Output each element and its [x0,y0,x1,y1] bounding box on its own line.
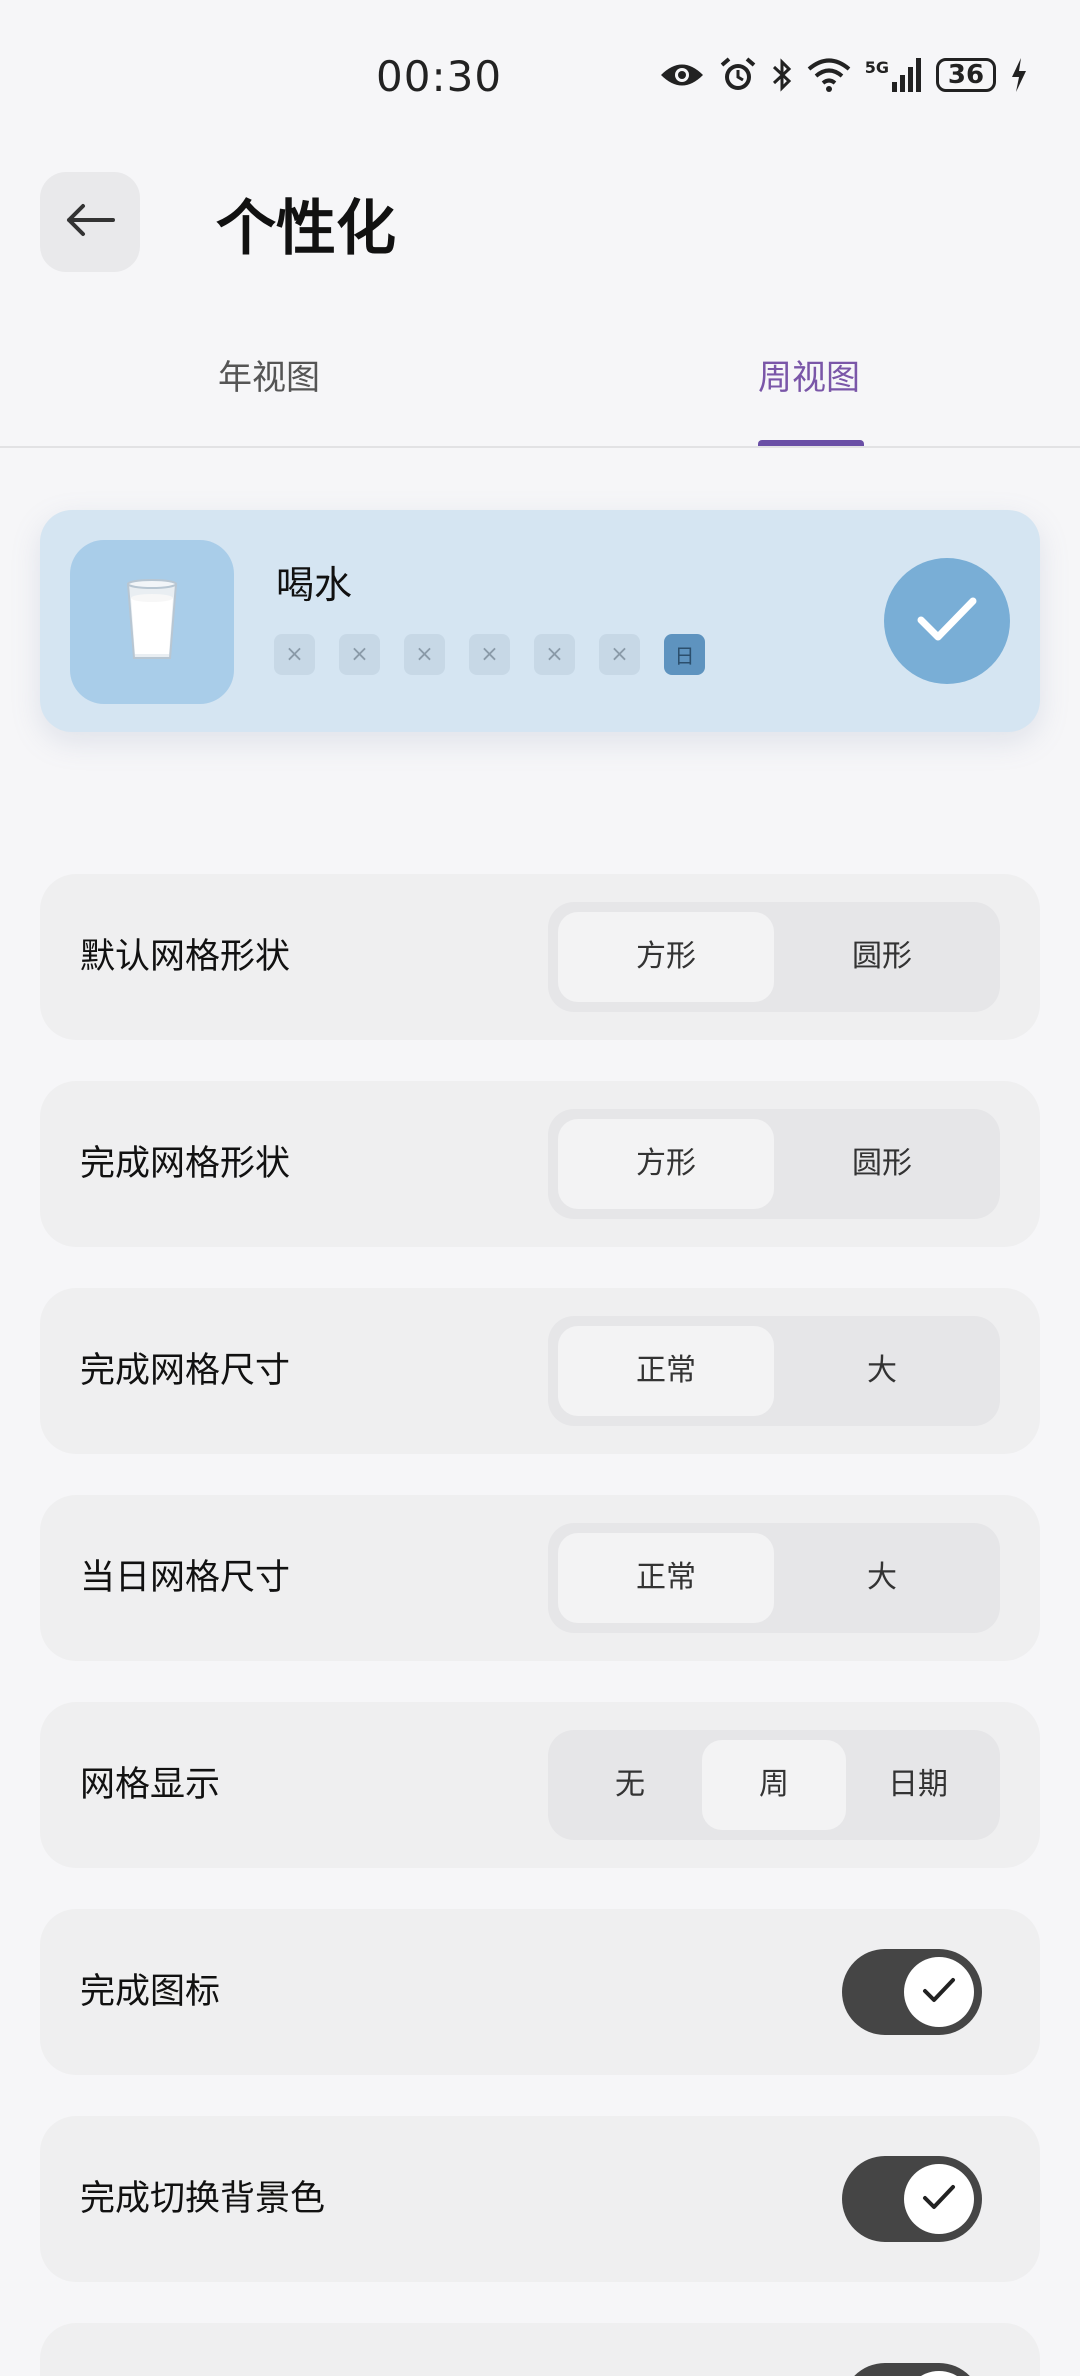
option-square[interactable]: 方形 [558,912,774,1002]
eye-icon [659,60,705,90]
day-cell: × [274,634,315,675]
5g-signal-icon: 5G [865,58,922,92]
toggle-knob [904,2164,974,2234]
habit-day-row: × × × × × × 日 [274,634,705,675]
setting-grid-display: 网格显示 无 周 日期 [40,1702,1040,1868]
habit-preview-card: 喝水 × × × × × × 日 [40,510,1040,732]
setting-completed-grid-size: 完成网格尺寸 正常 大 [40,1288,1040,1454]
checkmark-icon [917,596,977,646]
status-icons: 5G 36 [659,56,1028,94]
wifi-icon [807,58,851,92]
screen: 00:30 5G 36 个性化 年视图 周视图 喝水 × × × × × × 日… [0,0,1080,2376]
day-cell: × [469,634,510,675]
milk-glass-icon [124,578,180,666]
option-week[interactable]: 周 [702,1740,846,1830]
setting-label: 完成网格尺寸 [80,1351,291,1391]
segmented-control: 方形 圆形 [548,902,1000,1012]
setting-label: 完成网格形状 [80,1144,291,1184]
option-large[interactable]: 大 [774,1326,990,1416]
segmented-control: 正常 大 [548,1523,1000,1633]
option-circle[interactable]: 圆形 [774,1119,990,1209]
bluetooth-icon [771,57,793,93]
checkmark-icon [922,2184,956,2214]
habit-name: 喝水 [276,563,353,607]
option-square[interactable]: 方形 [558,1119,774,1209]
day-cell: × [339,634,380,675]
habit-done-button[interactable] [884,558,1010,684]
setting-label: 完成图标 [80,1972,221,2012]
completed-icon-toggle[interactable] [842,1949,982,2035]
setting-today-grid-size: 当日网格尺寸 正常 大 [40,1495,1040,1661]
partial-toggle[interactable] [842,2363,982,2376]
back-button[interactable] [40,172,140,272]
day-cell: × [534,634,575,675]
option-date[interactable]: 日期 [846,1740,990,1830]
status-time: 00:30 [376,52,503,101]
option-none[interactable]: 无 [558,1740,702,1830]
setting-completed-grid-shape: 完成网格形状 方形 圆形 [40,1081,1040,1247]
battery-icon: 36 [936,58,996,92]
setting-label: 网格显示 [80,1765,221,1805]
option-large[interactable]: 大 [774,1533,990,1623]
segmented-control: 方形 圆形 [548,1109,1000,1219]
page-title: 个性化 [216,194,396,264]
day-cell: × [599,634,640,675]
segmented-control: 正常 大 [548,1316,1000,1426]
setting-label: 完成切换背景色 [80,2179,326,2219]
charging-icon [1010,58,1028,92]
option-circle[interactable]: 圆形 [774,912,990,1002]
setting-label: 当日网格尺寸 [80,1558,291,1598]
tab-week-view[interactable]: 周视图 [758,350,860,399]
option-normal[interactable]: 正常 [558,1533,774,1623]
alarm-icon [719,56,757,94]
toggle-knob [904,1957,974,2027]
tab-year-view[interactable]: 年视图 [218,350,320,399]
status-bar: 00:30 5G 36 [0,0,1080,150]
day-cell-today: 日 [664,634,705,675]
habit-icon-box [70,540,234,704]
network-label: 5G [864,58,889,77]
day-cell: × [404,634,445,675]
toggle-knob [904,2371,974,2376]
segmented-control: 无 周 日期 [548,1730,1000,1840]
setting-partial [40,2323,1040,2376]
setting-default-grid-shape: 默认网格形状 方形 圆形 [40,874,1040,1040]
arrow-left-icon [65,203,115,241]
setting-completed-icon: 完成图标 [40,1909,1040,2075]
setting-label: 默认网格形状 [80,937,291,977]
option-normal[interactable]: 正常 [558,1326,774,1416]
tab-divider [0,446,1080,448]
checkmark-icon [922,1977,956,2007]
completed-background-toggle[interactable] [842,2156,982,2242]
setting-completed-background-color: 完成切换背景色 [40,2116,1040,2282]
